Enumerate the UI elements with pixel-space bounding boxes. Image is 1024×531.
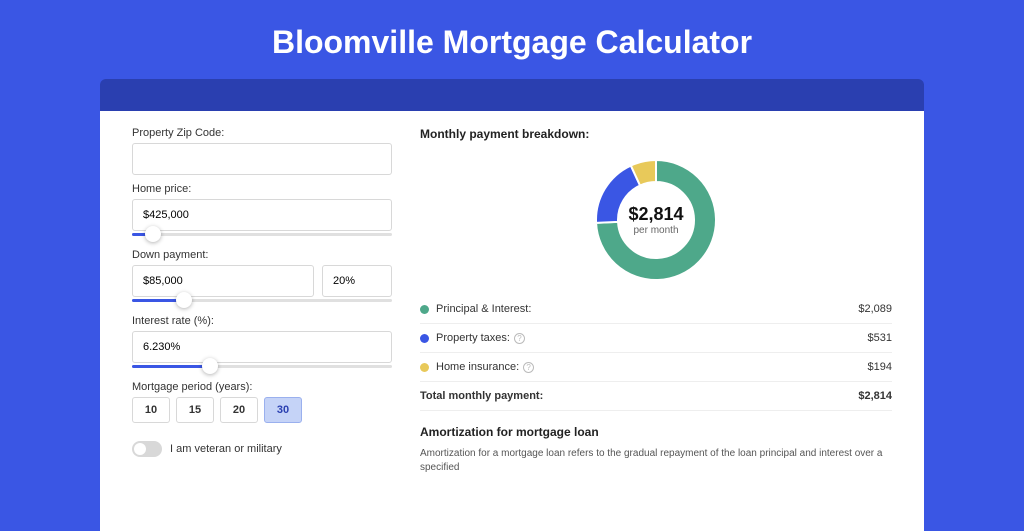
legend-dot (420, 305, 429, 314)
period-btn-30[interactable]: 30 (264, 397, 302, 423)
period-btn-20[interactable]: 20 (220, 397, 258, 423)
breakdown-label: Principal & Interest: (436, 303, 531, 315)
period-btn-15[interactable]: 15 (176, 397, 214, 423)
period-field: Mortgage period (years): 10152030 (132, 381, 392, 423)
home-price-slider[interactable] (132, 229, 392, 241)
amortization-heading: Amortization for mortgage loan (420, 425, 892, 439)
breakdown-value: $2,089 (858, 303, 892, 315)
down-payment-field: Down payment: (132, 249, 392, 307)
breakdown-row: Home insurance:? $194 (420, 353, 892, 382)
interest-field: Interest rate (%): (132, 315, 392, 373)
home-price-field: Home price: (132, 183, 392, 241)
veteran-toggle[interactable] (132, 441, 162, 457)
donut-sub: per month (633, 225, 678, 236)
zip-label: Property Zip Code: (132, 127, 392, 139)
interest-label: Interest rate (%): (132, 315, 392, 327)
results-panel: Monthly payment breakdown: $2,814 per mo… (420, 127, 892, 531)
interest-slider[interactable] (132, 361, 392, 373)
down-payment-input[interactable] (132, 265, 314, 297)
down-payment-slider[interactable] (132, 295, 392, 307)
total-value: $2,814 (858, 390, 892, 402)
down-payment-label: Down payment: (132, 249, 392, 261)
zip-input[interactable] (132, 143, 392, 175)
period-btn-10[interactable]: 10 (132, 397, 170, 423)
legend-dot (420, 363, 429, 372)
interest-input[interactable] (132, 331, 392, 363)
veteran-row: I am veteran or military (132, 441, 392, 457)
veteran-label: I am veteran or military (170, 443, 282, 455)
amortization-text: Amortization for a mortgage loan refers … (420, 447, 892, 475)
page-title: Bloomville Mortgage Calculator (0, 0, 1024, 79)
breakdown-label: Property taxes: (436, 332, 510, 344)
home-price-input[interactable] (132, 199, 392, 231)
help-icon[interactable]: ? (514, 333, 525, 344)
slider-thumb[interactable] (176, 292, 192, 308)
help-icon[interactable]: ? (523, 362, 534, 373)
slider-thumb[interactable] (145, 226, 161, 242)
legend-dot (420, 334, 429, 343)
breakdown-row: Principal & Interest: $2,089 (420, 295, 892, 324)
home-price-label: Home price: (132, 183, 392, 195)
breakdown-row: Property taxes:? $531 (420, 324, 892, 353)
down-payment-pct-input[interactable] (322, 265, 392, 297)
donut-amount: $2,814 (628, 204, 683, 225)
breakdown-value: $531 (868, 332, 892, 344)
form-panel: Property Zip Code: Home price: Down paym… (132, 127, 392, 531)
slider-thumb[interactable] (202, 358, 218, 374)
calculator-card: Property Zip Code: Home price: Down paym… (100, 111, 924, 531)
zip-field: Property Zip Code: (132, 127, 392, 175)
breakdown-heading: Monthly payment breakdown: (420, 127, 892, 151)
donut-chart: $2,814 per month (591, 155, 721, 285)
breakdown-label: Home insurance: (436, 361, 519, 373)
total-row: Total monthly payment: $2,814 (420, 382, 892, 411)
period-label: Mortgage period (years): (132, 381, 392, 393)
donut-container: $2,814 per month (420, 151, 892, 295)
total-label: Total monthly payment: (420, 390, 543, 402)
header-strip (100, 79, 924, 111)
breakdown-value: $194 (868, 361, 892, 373)
